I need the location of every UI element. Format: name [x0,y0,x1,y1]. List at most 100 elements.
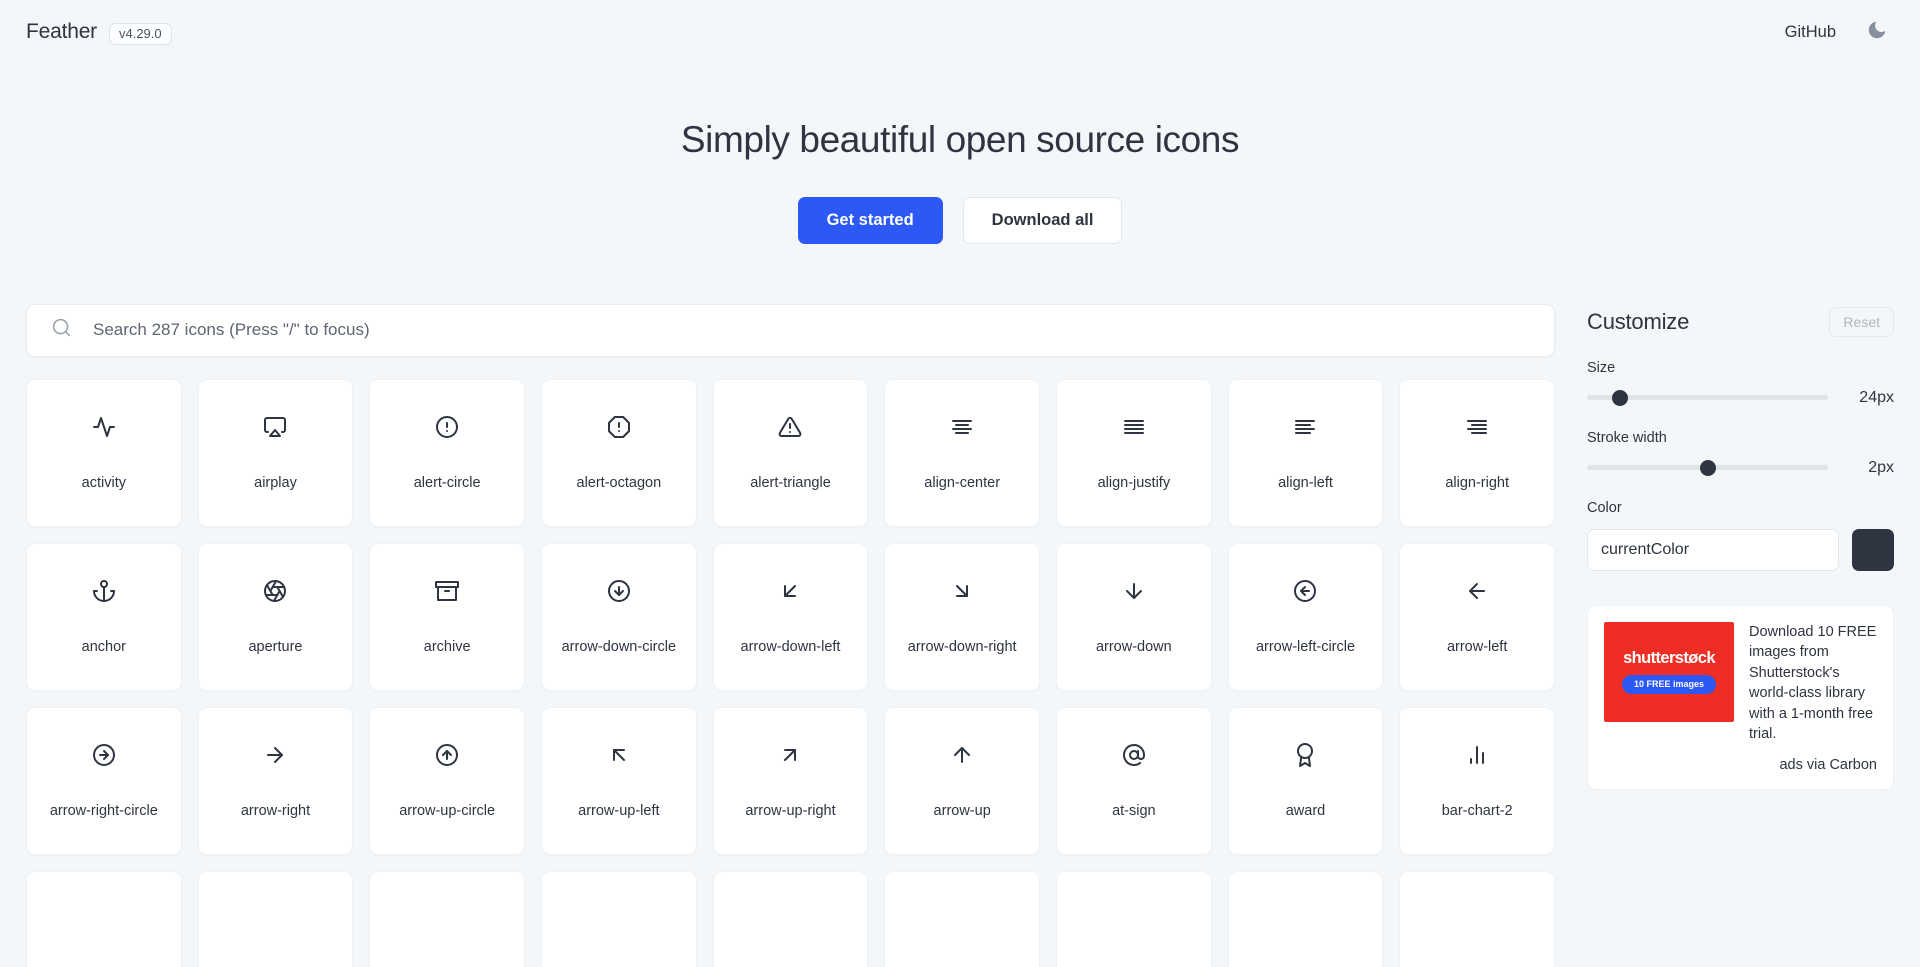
arrow-up-icon [950,743,974,767]
icon-card-archive[interactable]: archive [369,543,525,691]
icon-card-label: archive [424,639,471,655]
size-label: Size [1587,360,1894,376]
icon-card-activity[interactable]: activity [26,379,182,527]
icon-card-label: arrow-up-circle [399,803,495,819]
icon-card-arrow-up-circle[interactable]: arrow-up-circle [369,707,525,855]
align-left-icon [1293,415,1317,439]
icon-card-award[interactable]: award [1228,707,1384,855]
customize-header: Customize Reset [1587,307,1894,337]
reset-button[interactable]: Reset [1829,307,1894,337]
activity-icon [92,415,116,439]
arrow-up-circle-icon [435,743,459,767]
header-actions: GitHub [1785,19,1894,46]
arrow-down-right-icon [950,579,974,603]
icon-card-aperture[interactable]: aperture [198,543,354,691]
customize-title: Customize [1587,309,1689,335]
icon-card-label: aperture [248,639,302,655]
github-link[interactable]: GitHub [1785,23,1836,42]
icon-card-at-sign[interactable]: at-sign [1056,707,1212,855]
icon-card-placeholder[interactable] [1228,871,1384,967]
icon-card-arrow-right[interactable]: arrow-right [198,707,354,855]
customize-panel: Customize Reset Size 24px Stroke width 2… [1587,304,1894,790]
icon-card-bar-chart-2[interactable]: bar-chart-2 [1399,707,1555,855]
icon-card-placeholder[interactable] [884,871,1040,967]
size-slider-track[interactable] [1587,395,1828,400]
icon-card-arrow-down-circle[interactable]: arrow-down-circle [541,543,697,691]
hero-actions: Get started Download all [0,197,1920,244]
moon-icon[interactable] [1866,19,1888,46]
get-started-button[interactable]: Get started [798,197,943,244]
arrow-left-icon [1465,579,1489,603]
ad-body: shutterstøck 10 FREE images Download 10 … [1604,622,1877,745]
stroke-slider-row: 2px [1587,459,1894,477]
alert-circle-icon [435,415,459,439]
icon-card-arrow-up-right[interactable]: arrow-up-right [713,707,869,855]
icon-card-label: alert-octagon [577,475,662,491]
bar-chart-2-icon [1465,743,1489,767]
icon-card-label: align-left [1278,475,1333,491]
icon-card-arrow-down-left[interactable]: arrow-down-left [713,543,869,691]
ad-card[interactable]: shutterstøck 10 FREE images Download 10 … [1587,605,1894,790]
icon-card-arrow-up-left[interactable]: arrow-up-left [541,707,697,855]
icon-card-label: align-center [924,475,1000,491]
size-value: 24px [1842,389,1894,407]
icon-card-label: arrow-right-circle [50,803,158,819]
icon-card-label: arrow-up-right [745,803,835,819]
icon-card-arrow-left-circle[interactable]: arrow-left-circle [1228,543,1384,691]
icon-card-placeholder[interactable] [1056,871,1212,967]
icon-card-placeholder[interactable] [369,871,525,967]
icon-card-label: activity [82,475,126,491]
icon-card-arrow-down[interactable]: arrow-down [1056,543,1212,691]
color-input[interactable] [1587,529,1839,571]
icon-card-arrow-left[interactable]: arrow-left [1399,543,1555,691]
icon-card-arrow-down-right[interactable]: arrow-down-right [884,543,1040,691]
icon-card-placeholder[interactable] [26,871,182,967]
icon-card-alert-triangle[interactable]: alert-triangle [713,379,869,527]
arrow-left-circle-icon [1293,579,1317,603]
color-swatch[interactable] [1852,529,1894,571]
search-icon [51,317,72,343]
ad-pill: 10 FREE images [1622,675,1716,694]
icon-card-placeholder[interactable] [198,871,354,967]
ad-attribution[interactable]: ads via Carbon [1604,757,1877,773]
icon-card-label: at-sign [1112,803,1156,819]
icon-card-align-center[interactable]: align-center [884,379,1040,527]
icon-card-placeholder[interactable] [713,871,869,967]
color-row [1587,529,1894,571]
size-slider-thumb[interactable] [1612,390,1628,406]
icon-card-arrow-right-circle[interactable]: arrow-right-circle [26,707,182,855]
search-box[interactable] [26,304,1555,357]
icon-card-alert-octagon[interactable]: alert-octagon [541,379,697,527]
stroke-label: Stroke width [1587,430,1894,446]
icon-card-airplay[interactable]: airplay [198,379,354,527]
stroke-value: 2px [1842,459,1894,477]
ad-thumbnail: shutterstøck 10 FREE images [1604,622,1734,722]
icon-card-align-left[interactable]: align-left [1228,379,1384,527]
anchor-icon [92,579,116,603]
icon-card-align-justify[interactable]: align-justify [1056,379,1212,527]
icon-card-label: bar-chart-2 [1442,803,1513,819]
stroke-slider-track[interactable] [1587,465,1828,470]
icon-card-label: anchor [82,639,126,655]
icon-card-placeholder[interactable] [541,871,697,967]
icon-card-align-right[interactable]: align-right [1399,379,1555,527]
alert-triangle-icon [778,415,802,439]
search-input[interactable] [91,305,1554,356]
archive-icon [435,579,459,603]
color-field: Color [1587,500,1894,571]
stroke-slider-thumb[interactable] [1700,460,1716,476]
icon-card-arrow-up[interactable]: arrow-up [884,707,1040,855]
icon-card-alert-circle[interactable]: alert-circle [369,379,525,527]
arrow-down-icon [1122,579,1146,603]
align-justify-icon [1122,415,1146,439]
icon-card-label: align-right [1445,475,1509,491]
icon-card-label: award [1286,803,1326,819]
airplay-icon [263,415,287,439]
icon-card-anchor[interactable]: anchor [26,543,182,691]
download-all-button[interactable]: Download all [963,197,1123,244]
ad-text: Download 10 FREE images from Shutterstoc… [1749,622,1877,745]
size-slider-row: 24px [1587,389,1894,407]
icon-card-placeholder[interactable] [1399,871,1555,967]
arrow-up-left-icon [607,743,631,767]
icon-card-label: alert-circle [414,475,481,491]
